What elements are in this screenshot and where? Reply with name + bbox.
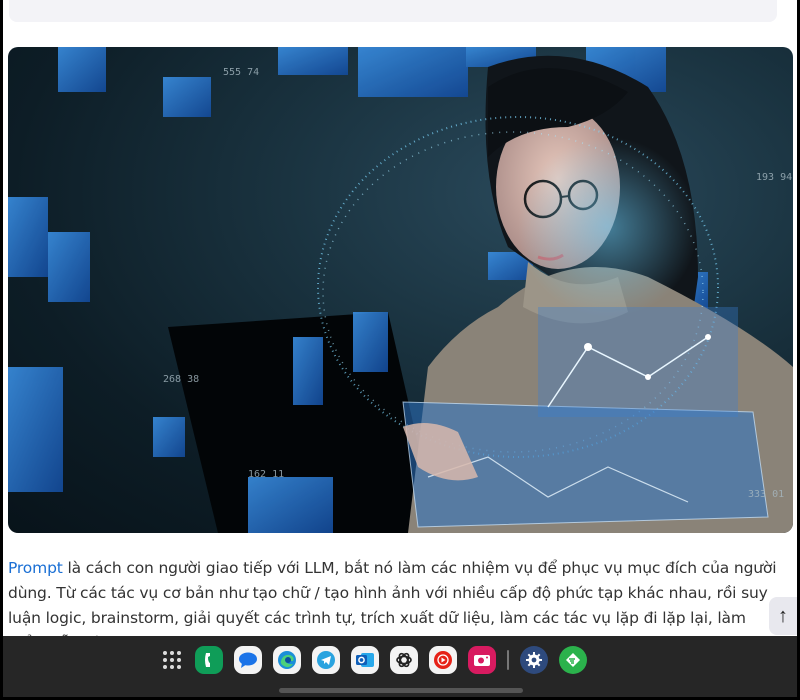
- chatgpt-icon: [396, 652, 412, 668]
- prompt-link[interactable]: Prompt: [8, 559, 63, 577]
- arrow-up-icon: ↑: [778, 604, 788, 627]
- paragraph-body: là cách con người giao tiếp với LLM, bắt…: [8, 559, 777, 636]
- gear-icon: [526, 652, 542, 668]
- home-gesture-handle[interactable]: [279, 688, 523, 693]
- outlook-icon: [356, 653, 374, 667]
- apps-drawer-button[interactable]: [160, 646, 184, 674]
- app-dock: [160, 644, 587, 676]
- chat-bubble-icon: [239, 652, 257, 668]
- scroll-to-top-button[interactable]: ↑: [769, 597, 797, 635]
- settings-app[interactable]: [520, 646, 548, 674]
- phone-icon: [205, 653, 210, 667]
- camera-app[interactable]: [468, 646, 496, 674]
- dock-divider: [507, 650, 509, 670]
- feedly-icon: [566, 653, 580, 667]
- feedly-app[interactable]: [559, 646, 587, 674]
- hero-illustration: 555 74 268 38 193 94 333 01 162 11: [8, 47, 793, 533]
- previous-content-card: [9, 0, 777, 22]
- hud-number: 268 38: [163, 374, 199, 385]
- messages-app[interactable]: [234, 646, 262, 674]
- taskbar: [3, 636, 797, 697]
- edge-app[interactable]: [273, 646, 301, 674]
- hud-number: 555 74: [223, 67, 259, 78]
- youtube-music-app[interactable]: [429, 646, 457, 674]
- hud-number: 162 11: [248, 469, 284, 480]
- hero-image: 555 74 268 38 193 94 333 01 162 11: [8, 47, 793, 533]
- telegram-icon: [317, 651, 335, 669]
- camera-icon: [474, 655, 490, 666]
- chatgpt-app[interactable]: [390, 646, 418, 674]
- youtube-music-icon: [434, 651, 452, 669]
- browser-viewport: 555 74 268 38 193 94 333 01 162 11 Promp…: [3, 0, 797, 636]
- hud-number: 193 94: [756, 172, 792, 183]
- telegram-app[interactable]: [312, 646, 340, 674]
- edge-icon: [278, 651, 296, 669]
- hud-number: 333 01: [748, 489, 784, 500]
- article-paragraph: Prompt là cách con người giao tiếp với L…: [8, 556, 778, 636]
- phone-app[interactable]: [195, 646, 223, 674]
- outlook-app[interactable]: [351, 646, 379, 674]
